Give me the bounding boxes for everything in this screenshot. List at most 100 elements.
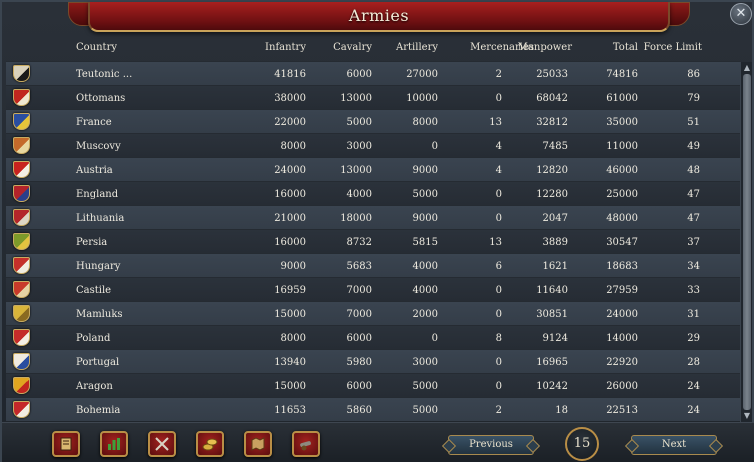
column-header-artillery[interactable]: Artillery bbox=[396, 42, 438, 53]
cell-country[interactable]: Austria bbox=[76, 165, 113, 176]
cell-country[interactable]: Persia bbox=[76, 237, 107, 248]
cell-country[interactable]: England bbox=[76, 189, 118, 200]
country-flag-icon[interactable] bbox=[13, 209, 30, 226]
scroll-down-icon[interactable]: ▼ bbox=[742, 411, 752, 421]
country-flag-icon[interactable] bbox=[13, 257, 30, 274]
coins-icon bbox=[202, 438, 218, 451]
cell-manpower: 9124 bbox=[542, 333, 568, 344]
cell-country[interactable]: France bbox=[76, 117, 112, 128]
cell-country[interactable]: Muscovy bbox=[76, 141, 121, 152]
table-row[interactable]: Mamluks 15000 7000 2000 0 30851 24000 31 bbox=[6, 301, 740, 325]
cell-mercenaries: 4 bbox=[495, 165, 502, 176]
cell-total: 25000 bbox=[606, 189, 638, 200]
cell-manpower: 12280 bbox=[536, 189, 568, 200]
country-flag-icon[interactable] bbox=[13, 161, 30, 178]
provinces-button[interactable] bbox=[244, 431, 272, 457]
country-flag-icon[interactable] bbox=[13, 65, 30, 82]
cell-infantry: 15000 bbox=[274, 309, 306, 320]
table-row[interactable]: Lithuania 21000 18000 9000 0 2047 48000 47 bbox=[6, 205, 740, 229]
cell-mercenaries: 2 bbox=[495, 405, 502, 416]
cell-country[interactable]: Ottomans bbox=[76, 93, 125, 104]
armies-table: Country Infantry Cavalry Artillery Merce… bbox=[6, 36, 740, 421]
scroll-thumb[interactable] bbox=[743, 74, 751, 410]
economy-button[interactable] bbox=[100, 431, 128, 457]
vertical-scrollbar[interactable]: ▲ ▼ bbox=[740, 62, 752, 422]
ledger-button[interactable] bbox=[52, 431, 80, 457]
cell-country[interactable]: Hungary bbox=[76, 261, 120, 272]
table-row[interactable]: Poland 8000 6000 0 8 9124 14000 29 bbox=[6, 325, 740, 349]
country-flag-icon[interactable] bbox=[13, 281, 30, 298]
table-row[interactable]: France 22000 5000 8000 13 32812 35000 51 bbox=[6, 109, 740, 133]
cell-total: 18683 bbox=[606, 261, 638, 272]
previous-button[interactable]: Previous bbox=[448, 435, 534, 455]
table-row[interactable]: Aragon 15000 6000 5000 0 10242 26000 24 bbox=[6, 373, 740, 397]
cell-force-limit: 49 bbox=[687, 141, 700, 152]
country-flag-icon[interactable] bbox=[13, 377, 30, 394]
country-flag-icon[interactable] bbox=[13, 113, 30, 130]
country-flag-icon[interactable] bbox=[13, 401, 30, 418]
country-flag-icon[interactable] bbox=[13, 185, 30, 202]
cell-mercenaries: 13 bbox=[489, 237, 502, 248]
scroll-up-icon[interactable]: ▲ bbox=[742, 63, 752, 73]
table-row[interactable]: Persia 16000 8732 5815 13 3889 30547 37 bbox=[6, 229, 740, 253]
close-button[interactable]: ✕ bbox=[730, 3, 752, 25]
column-header-country[interactable]: Country bbox=[76, 42, 117, 53]
table-row[interactable]: Bohemia 11653 5860 5000 2 18 22513 24 bbox=[6, 397, 740, 421]
cell-country[interactable]: Portugal bbox=[76, 357, 119, 368]
cell-total: 22920 bbox=[606, 357, 638, 368]
cell-cavalry: 8732 bbox=[346, 237, 372, 248]
cell-country[interactable]: Teutonic ... bbox=[76, 69, 132, 80]
table-row[interactable]: Hungary 9000 5683 4000 6 1621 18683 34 bbox=[6, 253, 740, 277]
country-flag-icon[interactable] bbox=[13, 329, 30, 346]
table-row[interactable]: Castile 16959 7000 4000 0 11640 27959 33 bbox=[6, 277, 740, 301]
table-row[interactable]: Portugal 13940 5980 3000 0 16965 22920 28 bbox=[6, 349, 740, 373]
country-flag-icon[interactable] bbox=[13, 233, 30, 250]
cell-mercenaries: 0 bbox=[495, 189, 502, 200]
cell-total: 74816 bbox=[606, 69, 638, 80]
cell-manpower: 1621 bbox=[542, 261, 568, 272]
cell-cavalry: 13000 bbox=[340, 93, 372, 104]
cell-country[interactable]: Aragon bbox=[76, 381, 113, 392]
table-row[interactable]: Austria 24000 13000 9000 4 12820 46000 48 bbox=[6, 157, 740, 181]
cell-force-limit: 79 bbox=[687, 93, 700, 104]
military-button[interactable] bbox=[148, 431, 176, 457]
table-row[interactable]: England 16000 4000 5000 0 12280 25000 47 bbox=[6, 181, 740, 205]
country-flag-icon[interactable] bbox=[13, 89, 30, 106]
cell-force-limit: 24 bbox=[687, 405, 700, 416]
column-header-total[interactable]: Total bbox=[613, 42, 638, 53]
cell-artillery: 5815 bbox=[412, 237, 438, 248]
country-flag-icon[interactable] bbox=[13, 137, 30, 154]
cell-cavalry: 6000 bbox=[346, 333, 372, 344]
cell-infantry: 13940 bbox=[274, 357, 306, 368]
cell-force-limit: 48 bbox=[687, 165, 700, 176]
cell-cavalry: 7000 bbox=[346, 309, 372, 320]
cell-force-limit: 28 bbox=[687, 357, 700, 368]
cell-cavalry: 18000 bbox=[340, 213, 372, 224]
cell-country[interactable]: Mamluks bbox=[76, 309, 123, 320]
cell-country[interactable]: Bohemia bbox=[76, 405, 120, 416]
cell-country[interactable]: Castile bbox=[76, 285, 111, 296]
country-flag-icon[interactable] bbox=[13, 353, 30, 370]
window-title: Armies bbox=[348, 6, 410, 25]
table-row[interactable]: Ottomans 38000 13000 10000 0 68042 61000 79 bbox=[6, 85, 740, 109]
cell-infantry: 16000 bbox=[274, 189, 306, 200]
cell-artillery: 5000 bbox=[412, 405, 438, 416]
trade-button[interactable] bbox=[196, 431, 224, 457]
table-header: Country Infantry Cavalry Artillery Merce… bbox=[6, 36, 740, 60]
cell-infantry: 11653 bbox=[274, 405, 306, 416]
column-header-force-limit[interactable]: Force Limit bbox=[644, 42, 702, 53]
crossed-swords-icon bbox=[155, 437, 169, 451]
cell-cavalry: 5980 bbox=[346, 357, 372, 368]
country-flag-icon[interactable] bbox=[13, 305, 30, 322]
navy-button[interactable] bbox=[292, 431, 320, 457]
column-header-cavalry[interactable]: Cavalry bbox=[333, 42, 372, 53]
cell-country[interactable]: Poland bbox=[76, 333, 110, 344]
cell-force-limit: 86 bbox=[687, 69, 700, 80]
table-row[interactable]: Muscovy 8000 3000 0 4 7485 11000 49 bbox=[6, 133, 740, 157]
column-header-manpower[interactable]: Manpower bbox=[518, 42, 572, 53]
cell-country[interactable]: Lithuania bbox=[76, 213, 124, 224]
next-button[interactable]: Next bbox=[631, 435, 717, 455]
column-header-infantry[interactable]: Infantry bbox=[265, 42, 306, 53]
cell-mercenaries: 8 bbox=[495, 333, 502, 344]
table-row[interactable]: Teutonic ... 41816 6000 27000 2 25033 74816 86 bbox=[6, 61, 740, 85]
